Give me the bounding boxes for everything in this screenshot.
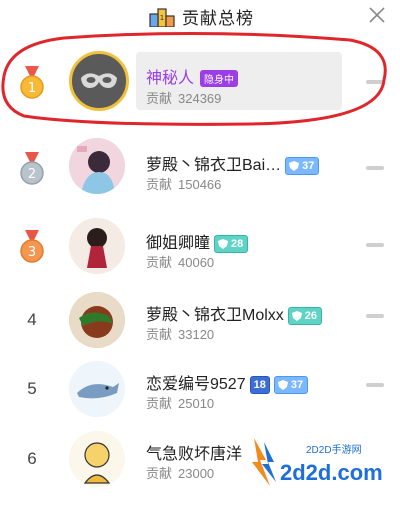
close-icon[interactable]	[366, 4, 388, 26]
watermark-logo: 2D2D手游网 2d2d.com	[246, 432, 400, 491]
mask-icon	[81, 73, 117, 88]
stealth-tag: 隐身中	[200, 70, 239, 88]
avatar-user-3[interactable]	[69, 218, 125, 274]
gold-medal-icon: 1	[20, 66, 44, 99]
shield-icon	[218, 238, 229, 249]
username-1: 神秘人 隐身中	[146, 64, 239, 88]
food-avatar-icon	[69, 292, 125, 348]
contribution-3: 贡献 40060	[146, 255, 215, 270]
level-badge: 28	[214, 234, 249, 253]
username-2: 萝殿丶锦衣卫Bai… 37	[146, 151, 320, 175]
rank-number: 5	[27, 379, 37, 398]
list-item-rank-2[interactable]: 2 萝殿丶锦衣卫Bai… 37 贡献 150466	[0, 126, 400, 208]
cartoon-avatar-icon	[69, 431, 125, 487]
svg-text:2: 2	[28, 167, 36, 182]
extra-badge: 18	[249, 375, 270, 394]
username-6: 气急败坏唐洋	[146, 446, 243, 463]
shield-icon	[277, 379, 288, 390]
bronze-medal-icon: 3	[20, 230, 44, 263]
svg-text:1: 1	[28, 81, 36, 96]
watermark: 2D2D手游网 2d2d.com	[246, 432, 400, 491]
svg-text:2D2D手游网: 2D2D手游网	[306, 443, 362, 456]
more-handle[interactable]	[366, 383, 384, 387]
contribution-4: 贡献 33120	[146, 327, 215, 342]
contribution-5: 贡献 25010	[146, 396, 215, 411]
more-handle[interactable]	[366, 243, 384, 247]
shield-icon	[291, 310, 302, 321]
podium-icon: 1	[149, 8, 175, 27]
username-4: 萝殿丶锦衣卫Molxx 26	[146, 301, 323, 325]
title-area: 1 贡献总榜	[148, 4, 254, 28]
chibi-avatar-icon	[69, 218, 125, 274]
username-3: 御姐卿瞳 28	[146, 229, 249, 253]
contribution-1: 贡献 324369	[146, 91, 222, 106]
avatar-mystery[interactable]	[69, 51, 129, 111]
level-badge: 26	[287, 306, 323, 325]
shield-icon	[289, 160, 300, 171]
shark-avatar-icon	[69, 361, 125, 417]
list-item-rank-3[interactable]: 3 御姐卿瞳 28 贡献 40060	[0, 206, 400, 288]
silver-medal-icon: 2	[20, 152, 44, 185]
page-title: 贡献总榜	[182, 8, 254, 28]
avatar-user-4[interactable]	[69, 292, 125, 348]
svg-text:2d2d.com: 2d2d.com	[280, 460, 383, 485]
rank-number: 6	[27, 449, 37, 468]
svg-text:1: 1	[160, 14, 164, 22]
svg-text:3: 3	[28, 245, 36, 260]
username-5: 恋爱编号9527 18 37	[146, 370, 309, 394]
avatar-user-5[interactable]	[69, 361, 125, 417]
list-item-rank-1[interactable]: 1 神秘人 隐身中 贡献 324369	[0, 40, 400, 122]
anime-avatar-icon	[69, 138, 125, 194]
more-handle[interactable]	[366, 166, 384, 170]
contribution-2: 贡献 150466	[146, 177, 222, 192]
level-badge: 37	[273, 375, 309, 394]
more-handle[interactable]	[366, 314, 384, 318]
level-badge: 37	[285, 156, 320, 175]
header: 1 贡献总榜	[0, 0, 400, 32]
avatar-user-6[interactable]	[69, 431, 125, 487]
more-handle[interactable]	[366, 80, 384, 84]
avatar-user-2[interactable]	[69, 138, 125, 194]
contribution-6: 贡献 23000	[146, 466, 215, 481]
rank-number: 4	[27, 310, 37, 329]
